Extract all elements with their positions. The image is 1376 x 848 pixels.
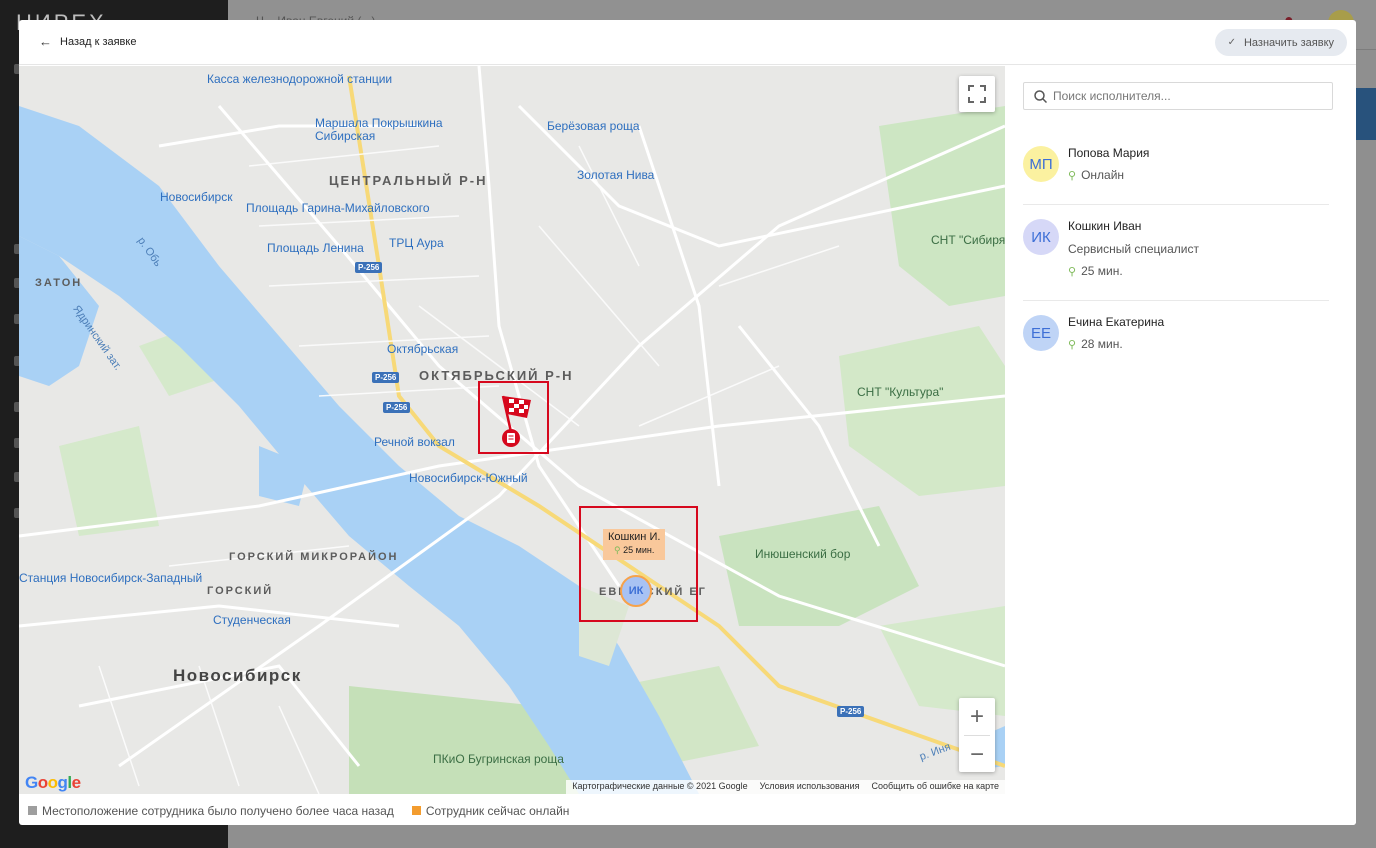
worker-map-tag[interactable]: Кошкин И. ⚲ 25 мин. bbox=[603, 529, 666, 560]
avatar: МП bbox=[1023, 146, 1059, 182]
fullscreen-button[interactable] bbox=[959, 76, 995, 112]
divider bbox=[1023, 204, 1329, 205]
background-blue-panel bbox=[1356, 88, 1376, 140]
map-label: Октябрьская bbox=[387, 342, 459, 356]
assign-modal: ← Назад к заявке ✓ Назначить заявку Касс… bbox=[19, 20, 1356, 825]
map-label: Золотая Нива bbox=[577, 168, 655, 182]
map-attribution: Картографические данные © 2021 Google Ус… bbox=[566, 780, 1005, 794]
location-pin-icon: ⚲ bbox=[614, 545, 621, 555]
zoom-in-button[interactable]: + bbox=[959, 698, 995, 735]
back-link-label: Назад к заявке bbox=[60, 35, 137, 48]
park-label: ПКиО Бугринская роща bbox=[433, 752, 564, 766]
district-label: ГОРСКИЙ МИКРОРАЙОН bbox=[229, 551, 399, 563]
zoom-control: + − bbox=[959, 698, 995, 772]
worker-map-time-value: 25 мин. bbox=[623, 545, 655, 555]
worker-search[interactable] bbox=[1023, 82, 1333, 110]
location-pin-icon: ⚲ bbox=[1068, 169, 1077, 182]
zoom-out-button[interactable]: − bbox=[959, 736, 995, 773]
back-to-request-link[interactable]: ← Назад к заявке bbox=[39, 34, 136, 49]
map-label: Площадь Гарина-Михайловского bbox=[246, 201, 430, 215]
divider bbox=[1023, 300, 1329, 301]
finish-flag-icon[interactable] bbox=[497, 392, 537, 448]
map-label: Студенческая bbox=[213, 613, 291, 627]
location-pin-icon: ⚲ bbox=[1068, 338, 1077, 351]
worker-status-text: Онлайн bbox=[1081, 168, 1125, 182]
avatar: ИК bbox=[1023, 219, 1059, 255]
legend-online-label: Сотрудник сейчас онлайн bbox=[425, 803, 570, 818]
map-label: Новосибирск bbox=[160, 190, 233, 204]
worker-search-input[interactable] bbox=[1053, 89, 1313, 103]
avatar: ЕЕ bbox=[1023, 315, 1059, 351]
worker-name: Кошкин Иван bbox=[1068, 219, 1142, 233]
worker-status: ⚲ Онлайн bbox=[1068, 168, 1124, 182]
legend-stale: Местоположение сотрудника было получено … bbox=[28, 804, 394, 818]
map-label: Берёзовая роща bbox=[547, 119, 640, 133]
assign-button-label: Назначить заявку bbox=[1243, 36, 1334, 49]
worker-role: Сервисный специалист bbox=[1068, 242, 1200, 256]
worker-name: Попова Мария bbox=[1068, 146, 1150, 160]
worker-map-pin[interactable]: ИК bbox=[620, 575, 652, 607]
road-shield: Р-256 bbox=[355, 262, 383, 273]
legend-online: Сотрудник сейчас онлайн bbox=[411, 803, 570, 818]
report-error-link[interactable]: Сообщить об ошибке на карте bbox=[872, 781, 999, 793]
road-shield: Р-256 bbox=[372, 372, 400, 383]
road-shield: Р-256 bbox=[383, 402, 411, 413]
worker-status: ⚲ 28 мин. bbox=[1068, 337, 1123, 351]
google-logo[interactable]: Google bbox=[25, 773, 81, 793]
assign-request-button[interactable]: ✓ Назначить заявку bbox=[1214, 29, 1347, 56]
district-label: ЦЕНТРАЛЬНЫЙ Р-Н bbox=[329, 173, 488, 188]
worker-status: ⚲ 25 мин. bbox=[1068, 264, 1123, 278]
park-label: СНТ "Сибиряк" bbox=[931, 233, 1005, 247]
map-label: ТРЦ Аура bbox=[389, 236, 444, 250]
district-label: ГОРСКИЙ bbox=[207, 585, 274, 597]
map-label: Сибирская bbox=[315, 129, 376, 143]
map-label: Станция Новосибирск-Западный bbox=[19, 571, 203, 585]
district-label: ЗАТОН bbox=[35, 277, 83, 289]
map-label: Новосибирск-Южный bbox=[409, 471, 528, 485]
worker-name: Ечина Екатерина bbox=[1068, 315, 1165, 329]
city-label: Новосибирск bbox=[173, 666, 302, 685]
arrow-left-icon: ← bbox=[39, 34, 52, 49]
map-view[interactable]: Касса железнодорожной станции Маршала По… bbox=[19, 66, 1005, 794]
worker-list-item[interactable]: ИК Кошкин Иван Сервисный специалист ⚲ 25… bbox=[1023, 219, 1329, 281]
worker-status-text: 28 мин. bbox=[1081, 337, 1123, 351]
worker-map-time: ⚲ 25 мин. bbox=[608, 544, 660, 557]
map-label: Речной вокзал bbox=[374, 435, 455, 449]
fullscreen-icon bbox=[968, 85, 986, 103]
location-pin-icon: ⚲ bbox=[1068, 265, 1077, 278]
check-icon: ✓ bbox=[1227, 37, 1236, 48]
worker-map-name: Кошкин И. bbox=[608, 531, 661, 543]
road-shield: Р-256 bbox=[837, 706, 865, 717]
worker-list-item[interactable]: МП Попова Мария ⚲ Онлайн bbox=[1023, 146, 1329, 188]
legend-online-swatch bbox=[411, 806, 421, 815]
legend-stale-swatch bbox=[28, 806, 37, 815]
worker-list-item[interactable]: ЕЕ Ечина Екатерина ⚲ 28 мин. bbox=[1023, 315, 1329, 357]
map-data-attribution: Картографические данные © 2021 Google bbox=[572, 781, 748, 791]
legend-stale-label: Местоположение сотрудника было получено … bbox=[42, 803, 394, 818]
modal-header: ← Назад к заявке ✓ Назначить заявку bbox=[19, 20, 1356, 65]
park-label: Инюшенский бор bbox=[755, 547, 851, 561]
park-label: СНТ "Культура" bbox=[857, 385, 944, 399]
terms-link[interactable]: Условия использования bbox=[760, 781, 860, 793]
search-icon bbox=[1034, 89, 1047, 103]
map-label: Касса железнодорожной станции bbox=[207, 72, 393, 86]
map-label: Маршала Покрышкина bbox=[315, 116, 443, 130]
map-label: Площадь Ленина bbox=[267, 241, 364, 255]
map-legend: Местоположение сотрудника было получено … bbox=[19, 796, 1005, 825]
workers-panel: МП Попова Мария ⚲ Онлайн ИК Кошкин Иван … bbox=[1005, 66, 1356, 825]
worker-status-text: 25 мин. bbox=[1081, 264, 1123, 278]
